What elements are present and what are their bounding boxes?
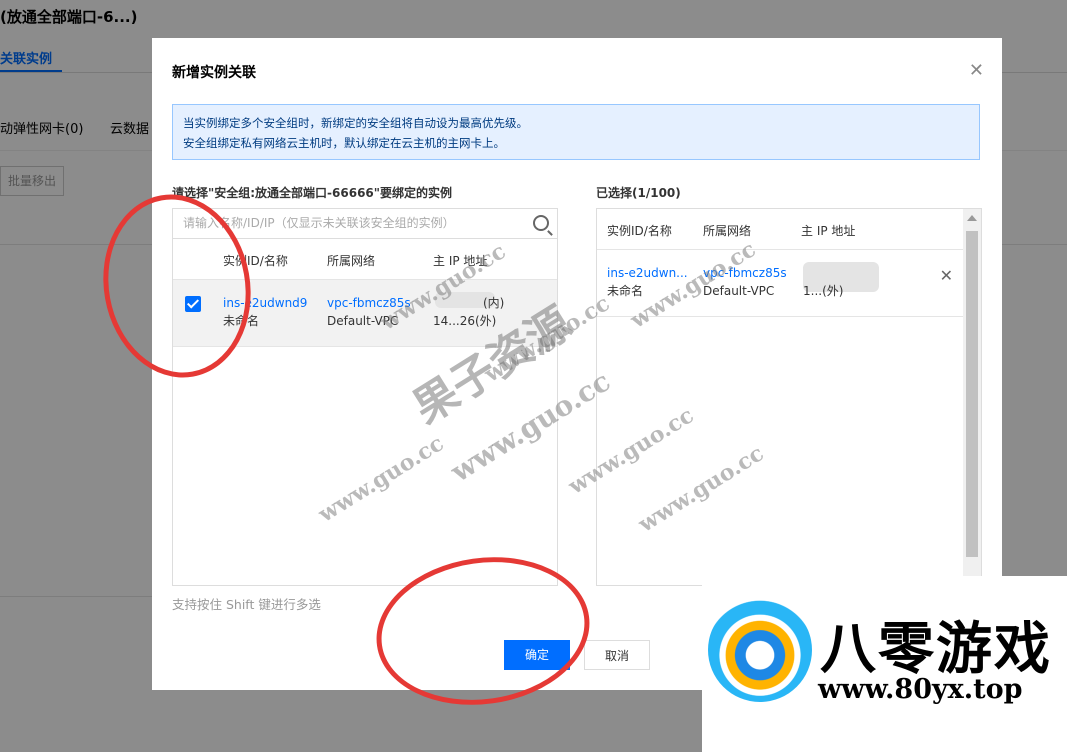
scroll-up-icon[interactable]: [967, 215, 977, 221]
logo-url: www.80yx.top: [818, 674, 1023, 705]
logo-text: 八零游戏: [820, 617, 1052, 682]
scroll-thumb[interactable]: [966, 231, 978, 557]
public-ip: 1...(外): [803, 284, 844, 298]
swirl-logo-icon: [708, 598, 812, 702]
col-network: 所属网络: [327, 254, 376, 268]
private-ip: (内): [483, 296, 505, 310]
left-panel-label: 请选择"安全组:放通全部端口-66666"要绑定的实例: [172, 186, 453, 200]
notice-line-2: 安全组绑定私有网络云主机时，默认绑定在云主机的主网卡上。: [183, 136, 505, 150]
col-ip: 主 IP 地址: [801, 224, 856, 238]
notice-banner: 当实例绑定多个安全组时，新绑定的安全组将自动设为最高优先级。 安全组绑定私有网络…: [172, 104, 980, 160]
close-icon[interactable]: ✕: [969, 60, 984, 81]
corner-logo: 八零游戏 www.80yx.top: [702, 576, 1067, 752]
cancel-button[interactable]: 取消: [584, 640, 650, 670]
search-icon[interactable]: [533, 215, 549, 231]
right-panel-label: 已选择(1/100): [596, 186, 681, 200]
table-header: 实例ID/名称 所属网络 主 IP 地址: [597, 209, 963, 250]
scrollbar[interactable]: [963, 209, 981, 585]
multi-select-tip: 支持按住 Shift 键进行多选: [172, 597, 321, 612]
remove-icon[interactable]: ✕: [940, 266, 953, 285]
col-instance: 实例ID/名称: [607, 224, 672, 238]
notice-line-1: 当实例绑定多个安全组时，新绑定的安全组将自动设为最高优先级。: [183, 116, 528, 130]
dialog-title: 新增实例关联: [172, 65, 256, 81]
